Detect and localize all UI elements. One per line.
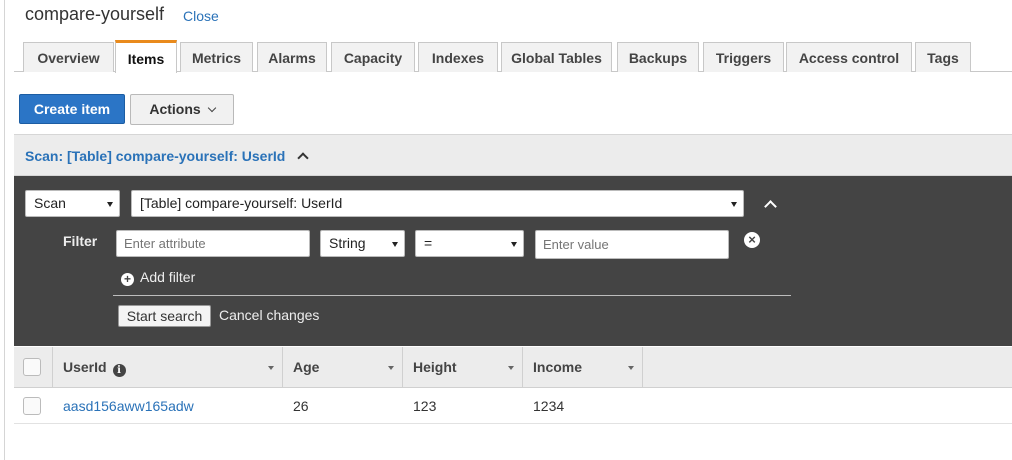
create-item-button[interactable]: Create item — [19, 94, 125, 124]
tab-capacity[interactable]: Capacity — [331, 42, 415, 72]
dropdown-arrow-icon — [107, 201, 113, 207]
scan-mode-value: Scan — [34, 195, 66, 211]
cell-userid[interactable]: aasd156aww165adw — [63, 398, 194, 414]
filter-operator-value: = — [424, 235, 433, 251]
filter-attribute-input[interactable] — [116, 230, 310, 257]
scan-target-value: [Table] compare-yourself: UserId — [140, 195, 343, 211]
column-label: UserId — [63, 359, 107, 375]
left-border — [4, 0, 5, 460]
tab-metrics[interactable]: Metrics — [180, 42, 253, 72]
table-title: compare-yourself — [25, 4, 165, 24]
cancel-changes-link[interactable]: Cancel changes — [219, 307, 319, 323]
sort-arrow-icon — [268, 366, 274, 370]
checkbox-column — [14, 347, 53, 388]
row-checkbox[interactable] — [23, 397, 41, 415]
dropdown-arrow-icon — [731, 201, 737, 207]
sort-arrow-icon — [628, 366, 634, 370]
column-label: Income — [533, 359, 583, 375]
cell-age: 26 — [293, 398, 309, 414]
filter-operator-select[interactable]: = — [415, 230, 524, 257]
cell-income: 1234 — [533, 398, 565, 414]
collapse-icon[interactable] — [297, 152, 309, 164]
add-filter-label: Add filter — [140, 269, 196, 285]
column-label: Height — [413, 359, 457, 375]
info-icon[interactable]: i — [112, 364, 126, 377]
scan-title[interactable]: Scan: [Table] compare-yourself: UserId — [25, 148, 285, 164]
filter-type-select[interactable]: String — [320, 230, 405, 257]
sort-arrow-icon — [508, 366, 514, 370]
tab-backups[interactable]: Backups — [617, 42, 699, 72]
tab-items[interactable]: Items — [115, 40, 177, 73]
scan-target-select[interactable]: [Table] compare-yourself: UserId — [131, 190, 744, 217]
actions-label: Actions — [149, 101, 201, 117]
remove-filter-icon[interactable]: × — [744, 232, 760, 248]
chevron-down-icon — [207, 103, 216, 113]
actions-button[interactable]: Actions — [130, 94, 234, 125]
tab-overview[interactable]: Overview — [23, 42, 114, 72]
tab-alarms[interactable]: Alarms — [257, 42, 327, 72]
column-header-height[interactable]: Height — [403, 347, 523, 388]
column-header-income[interactable]: Income — [523, 347, 643, 388]
divider — [113, 295, 791, 296]
tab-tags[interactable]: Tags — [915, 42, 971, 72]
tab-access-control[interactable]: Access control — [786, 42, 912, 72]
scan-panel: Scan [Table] compare-yourself: UserId Fi… — [14, 176, 1012, 346]
table-header: UserId i Age Height Income — [14, 347, 1012, 388]
collapse-panel-icon[interactable] — [764, 200, 777, 213]
column-header-age[interactable]: Age — [283, 347, 403, 388]
plus-circle-icon: + — [121, 273, 134, 286]
scan-header: Scan: [Table] compare-yourself: UserId — [14, 134, 1012, 176]
add-filter-button[interactable]: + Add filter — [121, 269, 195, 286]
filter-type-value: String — [329, 235, 366, 251]
column-header-userid[interactable]: UserId i — [53, 347, 283, 388]
start-search-button[interactable]: Start search — [118, 305, 211, 327]
filter-label: Filter — [63, 233, 98, 249]
scan-mode-select[interactable]: Scan — [25, 190, 120, 217]
dropdown-arrow-icon — [392, 241, 398, 247]
tab-global-tables[interactable]: Global Tables — [501, 42, 612, 72]
column-label: Age — [293, 359, 320, 375]
sort-arrow-icon — [388, 366, 394, 370]
tab-triggers[interactable]: Triggers — [703, 42, 784, 72]
tab-indexes[interactable]: Indexes — [418, 42, 498, 72]
filter-value-input[interactable] — [535, 230, 729, 259]
table-row[interactable]: aasd156aww165adw 26 123 1234 — [14, 388, 1012, 424]
dropdown-arrow-icon — [511, 241, 517, 247]
tab-bar: Overview Items Metrics Alarms Capacity I… — [14, 40, 1012, 73]
cell-height: 123 — [413, 398, 437, 414]
close-link[interactable]: Close — [183, 8, 219, 24]
